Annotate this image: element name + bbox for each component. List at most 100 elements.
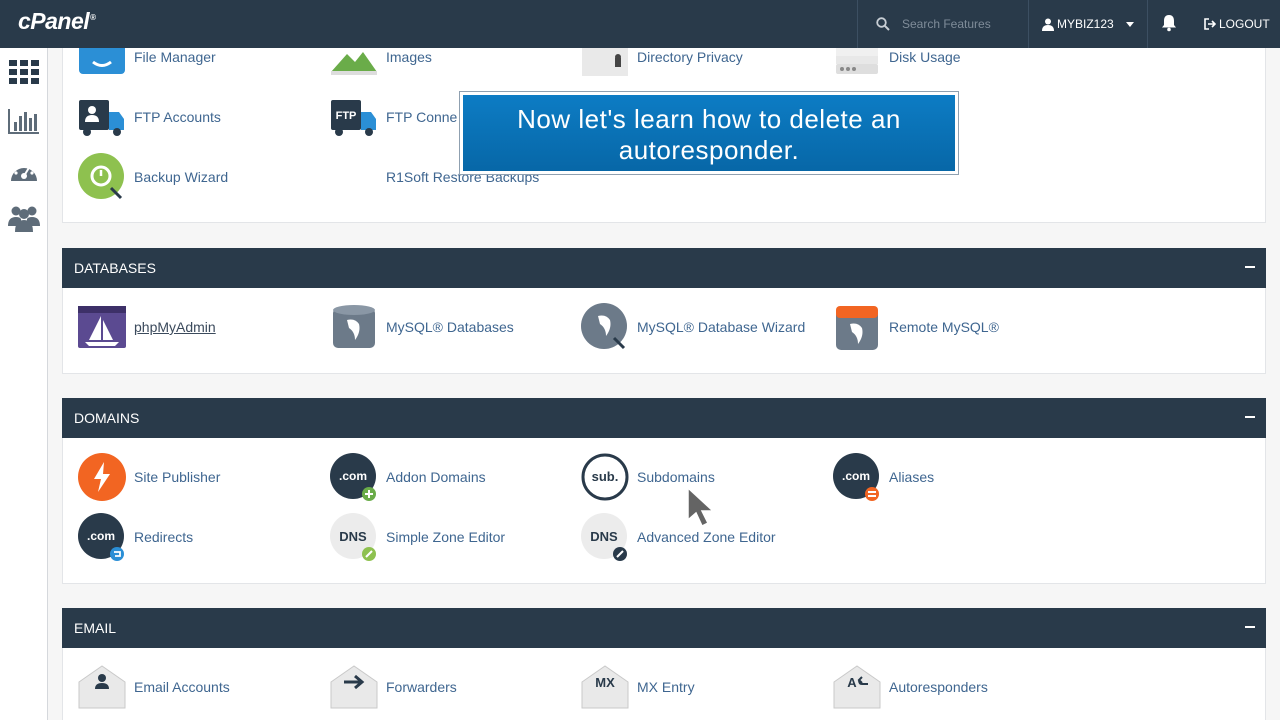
search-input[interactable] (902, 17, 1022, 31)
sidebar-users[interactable] (7, 203, 41, 233)
autoresponders-link[interactable]: A Autoresponders (832, 662, 988, 712)
mysql-wizard-icon (580, 302, 630, 352)
svg-text:FTP: FTP (336, 110, 357, 122)
collapse-icon[interactable] (1245, 416, 1255, 418)
advanced-zone-editor-icon: DNS (580, 512, 630, 562)
email-accounts-icon (77, 662, 127, 712)
svg-text:.com: .com (87, 529, 115, 543)
stats-icon (8, 109, 39, 134)
aliases-icon: .com (832, 452, 882, 502)
mysql-database-icon (329, 302, 379, 352)
forwarders-link[interactable]: Forwarders (329, 662, 457, 712)
file-manager-label: File Manager (134, 49, 216, 65)
remote-mysql-link[interactable]: Remote MySQL® (832, 302, 999, 352)
search-icon (876, 17, 890, 31)
domains-title: DOMAINS (74, 410, 140, 426)
collapse-icon[interactable] (1245, 626, 1255, 628)
notifications-bell[interactable] (1160, 14, 1178, 37)
logout-link[interactable]: LOGOUT (1204, 0, 1270, 48)
phpmyadmin-label: phpMyAdmin (134, 319, 216, 335)
directory-privacy-label: Directory Privacy (637, 49, 743, 65)
mx-entry-label: MX Entry (637, 679, 695, 695)
simple-zone-editor-label: Simple Zone Editor (386, 529, 506, 545)
svg-text:MX: MX (595, 675, 615, 690)
site-publisher-label: Site Publisher (134, 469, 221, 485)
svg-text:DNS: DNS (590, 529, 618, 544)
tutorial-banner: Now let's learn how to delete an autores… (459, 91, 959, 175)
redirects-link[interactable]: .com Redirects (77, 512, 193, 562)
username: MYBIZ123 (1057, 17, 1114, 31)
dashboard-gauge-icon (11, 161, 37, 181)
ftp-accounts-icon (77, 92, 127, 142)
sidebar-statistics[interactable] (7, 106, 41, 136)
disk-usage-label: Disk Usage (889, 49, 961, 65)
addon-domains-label: Addon Domains (386, 469, 486, 485)
svg-text:A: A (847, 675, 857, 690)
mysql-databases-label: MySQL® Databases (386, 319, 514, 335)
search-features[interactable] (857, 0, 1029, 48)
simple-zone-editor-icon: DNS (329, 512, 379, 562)
ftp-accounts-label: FTP Accounts (134, 109, 221, 125)
domains-header[interactable]: DOMAINS (62, 398, 1266, 438)
aliases-link[interactable]: .com Aliases (832, 452, 934, 502)
directory-privacy-link[interactable]: Directory Privacy (580, 48, 743, 82)
ftp-connections-link[interactable]: FTP FTP Conne (329, 92, 457, 142)
ftp-accounts-link[interactable]: FTP Accounts (77, 92, 221, 142)
cpanel-logo[interactable]: cPanel® (18, 8, 96, 35)
autoresponders-icon: A (832, 662, 882, 712)
databases-title: DATABASES (74, 260, 156, 276)
advanced-zone-editor-link[interactable]: DNS Advanced Zone Editor (580, 512, 776, 562)
forwarders-label: Forwarders (386, 679, 457, 695)
subdomains-icon: sub. (580, 452, 630, 502)
svg-text:sub.: sub. (592, 469, 619, 484)
backup-wizard-link[interactable]: Backup Wizard (77, 152, 228, 202)
file-manager-icon (77, 48, 127, 82)
user-icon (1042, 18, 1054, 31)
backup-wizard-icon (77, 152, 127, 202)
ftp-connections-label: FTP Conne (386, 109, 458, 125)
user-menu[interactable]: MYBIZ123 (1042, 0, 1134, 48)
addon-domains-link[interactable]: .com Addon Domains (329, 452, 486, 502)
svg-text:.com: .com (339, 469, 367, 483)
email-accounts-link[interactable]: Email Accounts (77, 662, 230, 712)
collapse-icon[interactable] (1245, 266, 1255, 268)
grid-icon (9, 60, 39, 84)
mx-entry-icon: MX (580, 662, 630, 712)
mysql-wizard-label: MySQL® Database Wizard (637, 319, 806, 335)
images-link[interactable]: Images (329, 48, 432, 82)
mx-entry-link[interactable]: MX MX Entry (580, 662, 695, 712)
databases-header[interactable]: DATABASES (62, 248, 1266, 288)
subdomains-label: Subdomains (637, 469, 715, 485)
svg-text:.com: .com (842, 469, 870, 483)
mysql-databases-link[interactable]: MySQL® Databases (329, 302, 514, 352)
sidebar-dashboard[interactable] (7, 155, 41, 185)
aliases-label: Aliases (889, 469, 935, 485)
redirects-icon: .com (77, 512, 127, 562)
disk-usage-link[interactable]: Disk Usage (832, 48, 961, 82)
remote-mysql-icon (832, 302, 882, 352)
simple-zone-editor-link[interactable]: DNS Simple Zone Editor (329, 512, 505, 562)
email-accounts-label: Email Accounts (134, 679, 230, 695)
site-publisher-link[interactable]: Site Publisher (77, 452, 220, 502)
mysql-wizard-link[interactable]: MySQL® Database Wizard (580, 302, 805, 352)
sidebar-home[interactable] (7, 57, 41, 87)
folder-lock-icon (580, 48, 630, 82)
redirects-label: Redirects (134, 529, 194, 545)
phpmyadmin-link[interactable]: phpMyAdmin (77, 302, 216, 352)
logout-label: LOGOUT (1219, 17, 1270, 31)
svg-text:DNS: DNS (339, 529, 367, 544)
autoresponders-label: Autoresponders (889, 679, 988, 695)
ftp-connections-icon: FTP (329, 92, 379, 142)
sidebar (0, 48, 48, 720)
logout-icon (1204, 18, 1216, 30)
forwarders-icon (329, 662, 379, 712)
backup-wizard-label: Backup Wizard (134, 169, 229, 185)
file-manager-link[interactable]: File Manager (77, 48, 216, 82)
email-header[interactable]: EMAIL (62, 608, 1266, 648)
bell-icon (1162, 15, 1176, 32)
addon-domains-icon: .com (329, 452, 379, 502)
images-label: Images (386, 49, 432, 65)
top-navbar: cPanel® MYBIZ123 LOGOUT (0, 0, 1280, 48)
divider (1147, 0, 1148, 48)
mouse-cursor-icon (687, 486, 715, 528)
